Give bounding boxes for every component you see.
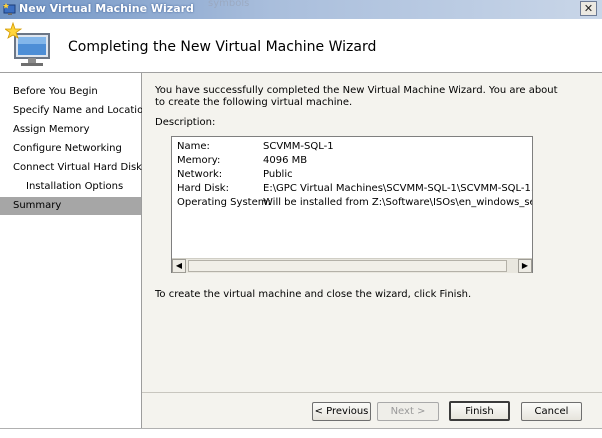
step-assign-memory[interactable]: Assign Memory bbox=[0, 121, 141, 139]
description-label: Description: bbox=[155, 117, 216, 128]
cancel-button[interactable]: Cancel bbox=[521, 402, 582, 421]
wizard-step-list: Before You Begin Specify Name and Locati… bbox=[0, 73, 150, 437]
previous-button[interactable]: < Previous bbox=[312, 402, 371, 421]
description-value: Public bbox=[263, 169, 293, 180]
close-button[interactable]: ✕ bbox=[580, 1, 597, 16]
step-before-you-begin[interactable]: Before You Begin bbox=[0, 83, 141, 101]
description-key: Network: bbox=[177, 169, 223, 180]
description-key: Operating System: bbox=[177, 197, 271, 208]
background-window-text: symbols bbox=[208, 0, 250, 9]
window-title: New Virtual Machine Wizard bbox=[19, 2, 194, 15]
description-key: Name: bbox=[177, 141, 210, 152]
description-box[interactable]: Name: SCVMM-SQL-1 Memory: 4096 MB Networ… bbox=[171, 136, 533, 273]
scrollbar-thumb[interactable] bbox=[188, 260, 507, 272]
description-key: Memory: bbox=[177, 155, 221, 166]
page-title: Completing the New Virtual Machine Wizar… bbox=[68, 39, 377, 55]
finish-hint-text: To create the virtual machine and close … bbox=[155, 289, 472, 300]
close-icon: ✕ bbox=[583, 2, 594, 15]
wizard-header: Completing the New Virtual Machine Wizar… bbox=[0, 19, 602, 73]
horizontal-scrollbar[interactable]: ◀ ▶ bbox=[172, 258, 532, 273]
next-button[interactable]: Next > bbox=[377, 402, 439, 421]
step-summary[interactable]: Summary bbox=[0, 197, 141, 215]
title-bar[interactable]: New Virtual Machine Wizard symbols ✕ bbox=[0, 0, 602, 20]
description-value: 4096 MB bbox=[263, 155, 308, 166]
arrow-left-icon: ◀ bbox=[175, 261, 183, 270]
arrow-right-icon: ▶ bbox=[521, 261, 529, 270]
description-value: E:\GPC Virtual Machines\SCVMM-SQL-1\SCVM… bbox=[263, 183, 533, 194]
computer-monitor-icon bbox=[5, 22, 50, 66]
intro-text: You have successfully completed the New … bbox=[155, 85, 558, 108]
step-configure-networking[interactable]: Configure Networking bbox=[0, 140, 141, 158]
scroll-left-button[interactable]: ◀ bbox=[172, 259, 186, 273]
description-value: Will be installed from Z:\Software\ISOs\… bbox=[263, 197, 532, 208]
description-value: SCVMM-SQL-1 bbox=[263, 141, 334, 152]
description-key: Hard Disk: bbox=[177, 183, 229, 194]
step-specify-name-and-location[interactable]: Specify Name and Location bbox=[0, 102, 150, 120]
scroll-right-button[interactable]: ▶ bbox=[518, 259, 532, 273]
wizard-icon bbox=[3, 3, 16, 15]
step-installation-options[interactable]: Installation Options bbox=[0, 178, 141, 196]
step-connect-virtual-hard-disk[interactable]: Connect Virtual Hard Disk bbox=[0, 159, 142, 177]
finish-button[interactable]: Finish bbox=[449, 401, 510, 421]
divider bbox=[142, 392, 602, 393]
